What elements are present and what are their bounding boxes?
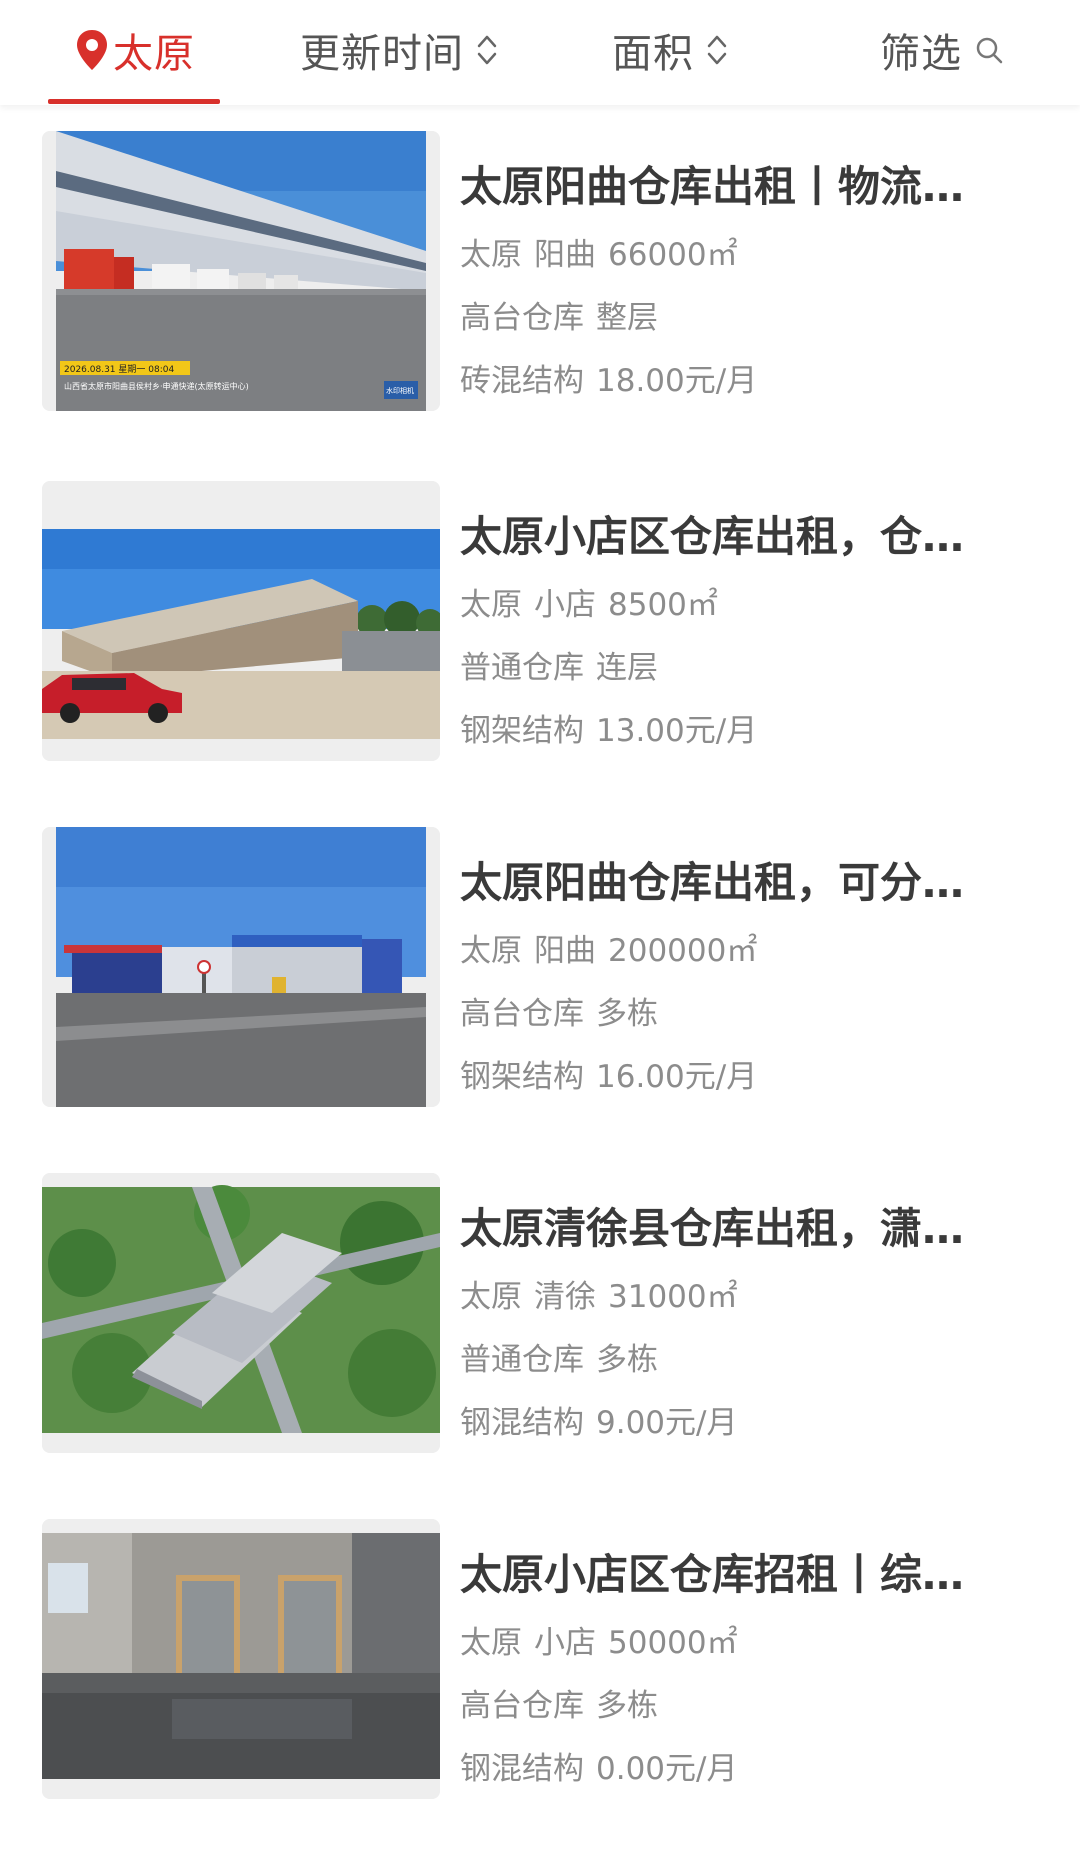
listing-district: 清徐 — [534, 1279, 596, 1315]
listing-structure-price: 钢架结构 16.00元/月 — [460, 1051, 1020, 1096]
listing-district: 阳曲 — [534, 237, 596, 273]
listing-area: 31000㎡ — [608, 1279, 738, 1315]
location-pin-icon — [75, 29, 109, 71]
photo-stamp-address: 山西省太原市阳曲县侯村乡·申通快递(太原转运中心) — [64, 381, 249, 391]
listing-floor: 多栋 — [596, 1342, 658, 1378]
listing-type-floor: 普通仓库 多栋 — [460, 1334, 1020, 1379]
listing-price: 0.00元/月 — [596, 1751, 738, 1787]
listing-district: 小店 — [534, 587, 596, 623]
listing-floor: 整层 — [596, 300, 658, 336]
listing-structure-price: 钢架结构 13.00元/月 — [460, 705, 1020, 750]
sort-arrows-icon — [476, 32, 498, 68]
sort-arrows-icon — [706, 32, 728, 68]
listing-area: 66000㎡ — [608, 237, 738, 273]
location-label: 太原 — [113, 31, 195, 77]
listing-card[interactable]: 太原小店区仓库招租丨综… 太原 小店 50000㎡ 高台仓库 多栋 钢混结构 0.00元… — [0, 1519, 1080, 1819]
listing-photo: 2026.08.31 星期一 08:04 山西省太原市阳曲县侯村乡·申通快递(太… — [42, 131, 440, 411]
listing-price: 9.00元/月 — [596, 1405, 738, 1441]
listing-type: 高台仓库 — [460, 1688, 584, 1724]
listing-city: 太原 — [460, 933, 522, 969]
listing-photo — [42, 827, 440, 1107]
listing-city: 太原 — [460, 587, 522, 623]
listing-title: 太原阳曲仓库出租，可分… — [460, 858, 965, 907]
listing-type: 普通仓库 — [460, 1342, 584, 1378]
listing-location-area: 太原 阳曲 66000㎡ — [460, 229, 1020, 274]
sort-area-label: 面积 — [612, 31, 694, 77]
listing-district: 阳曲 — [534, 933, 596, 969]
listing-price: 13.00元/月 — [596, 713, 758, 749]
listing-location-area: 太原 小店 8500㎡ — [460, 579, 1020, 624]
active-tab-indicator — [48, 99, 220, 104]
search-icon — [974, 35, 1004, 65]
filter-label: 筛选 — [880, 31, 962, 77]
photo-stamp-date: 2026.08.31 星期一 08:04 — [64, 364, 174, 375]
listing-district: 小店 — [534, 1625, 596, 1661]
listing-structure: 钢架结构 — [460, 713, 584, 749]
listing-floor: 多栋 — [596, 1688, 658, 1724]
listing-card[interactable]: 2026.08.31 星期一 08:04 山西省太原市阳曲县侯村乡·申通快递(太… — [0, 131, 1080, 431]
listing-structure-price: 砖混结构 18.00元/月 — [460, 355, 1020, 400]
listing-photo — [42, 481, 440, 761]
listing-location-area: 太原 清徐 31000㎡ — [460, 1271, 1020, 1316]
listing-card[interactable]: 太原清徐县仓库出租，潇… 太原 清徐 31000㎡ 普通仓库 多栋 钢混结构 9.00元… — [0, 1173, 1080, 1473]
listing-floor: 连层 — [596, 650, 658, 686]
filter-bar: 太原 更新时间 面积 筛选 — [0, 0, 1080, 105]
listing-photo — [42, 1173, 440, 1453]
listing-type-floor: 高台仓库 整层 — [460, 292, 1020, 337]
listing-location-area: 太原 小店 50000㎡ — [460, 1617, 1020, 1662]
listing-structure: 钢混结构 — [460, 1405, 584, 1441]
listing-type-floor: 高台仓库 多栋 — [460, 988, 1020, 1033]
listing-title: 太原小店区仓库出租，仓… — [460, 512, 965, 561]
listing-type-floor: 高台仓库 多栋 — [460, 1680, 1020, 1725]
listing-location-area: 太原 阳曲 200000㎡ — [460, 925, 1020, 970]
listing-title: 太原清徐县仓库出租，潇… — [460, 1204, 965, 1253]
listing-area: 50000㎡ — [608, 1625, 738, 1661]
listing-price: 16.00元/月 — [596, 1059, 758, 1095]
listing-type: 高台仓库 — [460, 996, 584, 1032]
listing-structure: 砖混结构 — [460, 363, 584, 399]
location-selector[interactable]: 太原 — [75, 0, 195, 100]
listing-structure-price: 钢混结构 0.00元/月 — [460, 1743, 1020, 1788]
listing-city: 太原 — [460, 237, 522, 273]
listing-structure: 钢架结构 — [460, 1059, 584, 1095]
sort-update-time-label: 更新时间 — [300, 31, 464, 77]
listing-type: 普通仓库 — [460, 650, 584, 686]
filter-button[interactable]: 筛选 — [880, 0, 1004, 100]
listing-structure-price: 钢混结构 9.00元/月 — [460, 1397, 1020, 1442]
listing-type-floor: 普通仓库 连层 — [460, 642, 1020, 687]
sort-area-button[interactable]: 面积 — [612, 0, 728, 100]
sort-update-time-button[interactable]: 更新时间 — [300, 0, 498, 100]
listing-city: 太原 — [460, 1279, 522, 1315]
listing-type: 高台仓库 — [460, 300, 584, 336]
listing-price: 18.00元/月 — [596, 363, 758, 399]
listing-title: 太原小店区仓库招租丨综… — [460, 1550, 965, 1599]
listing-floor: 多栋 — [596, 996, 658, 1032]
listing-city: 太原 — [460, 1625, 522, 1661]
photo-stamp-brand: 水印相机 — [386, 386, 414, 395]
listing-area: 8500㎡ — [608, 587, 718, 623]
listing-area: 200000㎡ — [608, 933, 758, 969]
listing-photo — [42, 1519, 440, 1799]
listing-structure: 钢混结构 — [460, 1751, 584, 1787]
listing-card[interactable]: 太原小店区仓库出租，仓… 太原 小店 8500㎡ 普通仓库 连层 钢架结构 13.00元… — [0, 481, 1080, 781]
listing-card[interactable]: 太原阳曲仓库出租，可分… 太原 阳曲 200000㎡ 高台仓库 多栋 钢架结构 16.0… — [0, 827, 1080, 1127]
listing-title: 太原阳曲仓库出租丨物流… — [460, 162, 965, 211]
